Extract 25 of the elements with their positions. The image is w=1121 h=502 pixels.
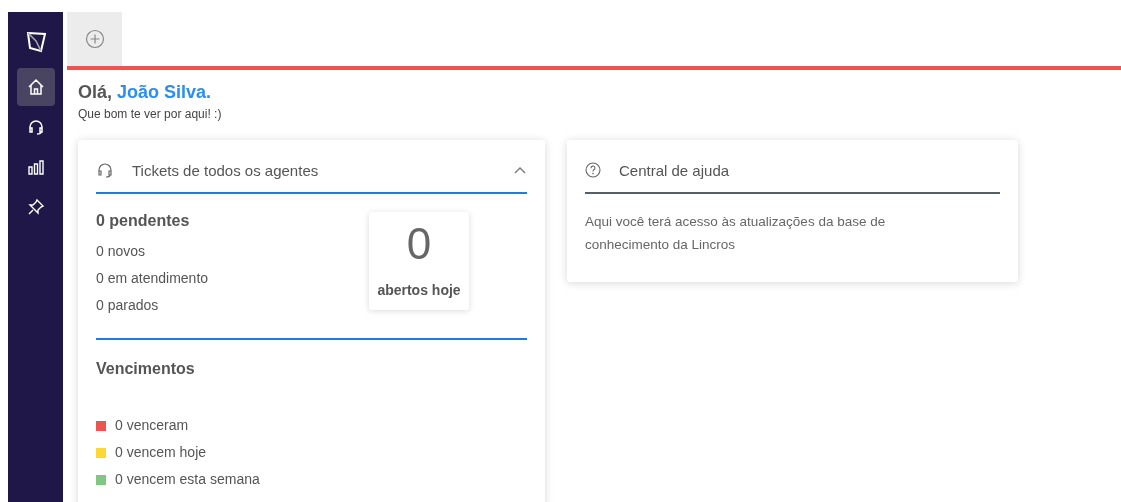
opened-today-count: 0 bbox=[406, 220, 432, 268]
pending-count: 0 pendentes bbox=[96, 212, 191, 230]
headset-icon bbox=[96, 161, 114, 179]
headset-icon bbox=[26, 118, 45, 136]
ticket-stat: 0 em atendimento bbox=[96, 269, 209, 288]
greeting-text: Olá, bbox=[78, 82, 112, 102]
ticket-stat: 0 novos bbox=[96, 242, 147, 261]
pin-icon bbox=[26, 198, 45, 216]
home-nav-item[interactable] bbox=[16, 68, 55, 106]
bar-chart-icon bbox=[26, 158, 45, 176]
due-label: 0 vencem hoje bbox=[115, 443, 207, 462]
due-label: 0 vencem esta semana bbox=[115, 470, 260, 489]
greeting-subtitle: Que bom te ver por aqui! :) bbox=[78, 107, 223, 121]
home-icon bbox=[26, 78, 45, 96]
due-label: 0 venceram bbox=[115, 416, 189, 435]
card-title: Tickets de todos os agentes bbox=[132, 161, 320, 179]
ticket-stat: 0 parados bbox=[96, 296, 160, 315]
add-icon bbox=[84, 29, 105, 49]
card-title: Central de ajuda bbox=[619, 161, 731, 179]
due-title: Vencimentos bbox=[96, 360, 196, 378]
opened-today-label: abertos hoje bbox=[377, 282, 461, 298]
chevron-icon[interactable] bbox=[513, 165, 527, 175]
help-icon bbox=[585, 162, 601, 178]
help-text: Aqui você terá acesso às atualizações da base de conhecimento da Lincros bbox=[585, 213, 887, 254]
user-name: João Silva. bbox=[117, 82, 212, 102]
